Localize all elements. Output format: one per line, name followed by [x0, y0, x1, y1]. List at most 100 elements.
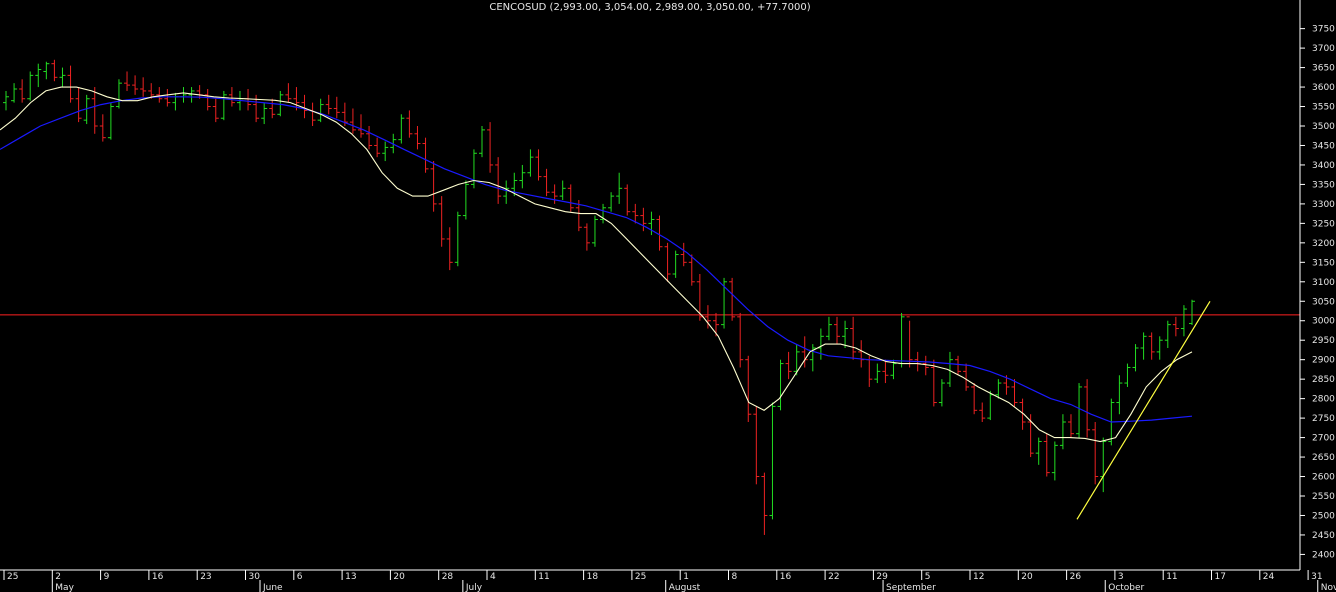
y-tick-label: 3750	[1312, 25, 1335, 35]
ohlc-bar	[971, 383, 978, 415]
x-tick-label: 25	[635, 572, 646, 582]
x-tick-label: 20	[1021, 572, 1033, 582]
ohlc-bar	[430, 161, 437, 212]
ohlc-bar	[99, 114, 106, 142]
ohlc-bar	[180, 87, 187, 103]
ohlc-bar	[874, 363, 881, 384]
ohlc-bar	[1148, 332, 1155, 360]
ohlc-bar	[3, 90, 9, 111]
ohlc-bar	[115, 79, 122, 109]
ohlc-bar	[1059, 414, 1066, 450]
ohlc-bar	[51, 59, 58, 82]
ohlc-bar	[269, 98, 276, 119]
ohlc-bar	[825, 316, 832, 341]
ohlc-bar	[616, 172, 623, 204]
y-ticks: 2400 2450 2500 2550 2600 2650 2700 2750 2800 2850…	[1300, 25, 1335, 560]
ohlc-bar	[519, 164, 526, 189]
x-tick-label: 16	[780, 572, 792, 582]
ohlc-bar	[333, 96, 340, 119]
ohlc-bar	[793, 344, 800, 376]
ohlc-bar	[1084, 379, 1091, 438]
x-tick-label: 4	[490, 572, 496, 582]
month-labels: May June July August September October Novembe…	[51, 580, 1336, 592]
x-tick-label: 28	[442, 572, 454, 582]
ohlc-bar	[979, 402, 986, 422]
ohlc-bar	[1132, 344, 1139, 372]
month-label: May	[55, 583, 74, 592]
ohlc-bar	[107, 102, 114, 140]
ohlc-bar	[1067, 414, 1074, 438]
x-tick-label: 23	[200, 572, 211, 582]
price-chart: CENCOSUD (2,993.00, 3,054.00, 2,989.00, …	[0, 0, 1336, 592]
ohlc-bar	[906, 316, 913, 368]
ohlc-bar	[495, 157, 502, 204]
ohlc-bar	[1011, 379, 1018, 407]
y-tick-label: 3000	[1312, 317, 1335, 327]
ohlc-bar	[132, 75, 139, 95]
ohlc-bar	[600, 203, 607, 224]
ohlc-bar	[842, 320, 849, 348]
ohlc-bar	[624, 184, 631, 216]
ohlc-bar	[245, 89, 252, 111]
ohlc-bar	[745, 355, 752, 422]
ohlc-bar	[446, 227, 453, 271]
y-tick-label: 3700	[1312, 44, 1335, 54]
y-tick-label: 3100	[1312, 278, 1335, 288]
x-tick-label: 1	[683, 572, 689, 582]
y-tick-label: 3500	[1312, 122, 1335, 132]
ohlc-bar	[357, 114, 364, 138]
ohlc-bar	[1116, 375, 1123, 415]
ohlc-bar	[454, 211, 461, 267]
ohlc-bar	[414, 126, 421, 150]
x-tick-label: 29	[876, 572, 888, 582]
ohlc-bar	[1092, 422, 1099, 485]
y-tick-label: 2750	[1312, 414, 1335, 424]
ohlc-bar	[640, 207, 647, 232]
y-tick-label: 3050	[1312, 297, 1335, 307]
x-tick-label: 13	[345, 572, 356, 582]
ohlc-bar	[228, 87, 235, 107]
y-tick-label: 2950	[1312, 336, 1335, 346]
ohlc-bar	[188, 87, 195, 103]
ohlc-bar	[1043, 433, 1050, 477]
ohlc-bar	[729, 277, 736, 321]
x-tick-label: 11	[1166, 572, 1177, 582]
ohlc-bar	[963, 363, 970, 391]
ohlc-bar	[309, 102, 316, 126]
ohlc-bar	[535, 149, 542, 181]
ohlc-bar	[1140, 332, 1147, 360]
ohlc-bar	[27, 71, 34, 101]
month-label: November	[1321, 583, 1336, 592]
x-tick-label: 24	[1263, 572, 1275, 582]
x-tick-label: 26	[1070, 572, 1082, 582]
month-label: August	[669, 583, 701, 592]
ohlc-bar	[922, 355, 929, 376]
x-tick-label: 12	[973, 572, 984, 582]
ohlc-bar	[1156, 336, 1163, 360]
ohlc-bar	[301, 94, 308, 119]
ohlc-bar	[866, 355, 873, 387]
ohlc-bar	[462, 180, 469, 220]
ohlc-bar	[124, 71, 131, 91]
y-tick-label: 2450	[1312, 531, 1335, 541]
y-tick-label: 3150	[1312, 258, 1335, 268]
y-tick-label: 3550	[1312, 103, 1335, 113]
ohlc-bar	[721, 277, 728, 329]
ohlc-bar	[850, 316, 857, 360]
ohlc-bar	[35, 63, 42, 88]
ohlc-bar	[406, 110, 413, 138]
ohlc-bar	[1035, 437, 1042, 465]
ohlc-bar	[834, 316, 841, 345]
ohlc-bar	[955, 355, 962, 376]
x-tick-label: 20	[393, 572, 405, 582]
y-tick-label: 3200	[1312, 239, 1335, 249]
ohlc-bar	[172, 92, 179, 111]
ohlc-bar	[503, 180, 510, 204]
y-tick-label: 3400	[1312, 161, 1335, 171]
ohlc-bar	[898, 312, 905, 368]
ohlc-bar	[559, 180, 566, 200]
x-tick-label: 6	[297, 572, 303, 582]
ohlc-bar	[664, 242, 671, 282]
ohlc-bar	[777, 359, 784, 411]
y-tick-label: 2800	[1312, 395, 1335, 405]
